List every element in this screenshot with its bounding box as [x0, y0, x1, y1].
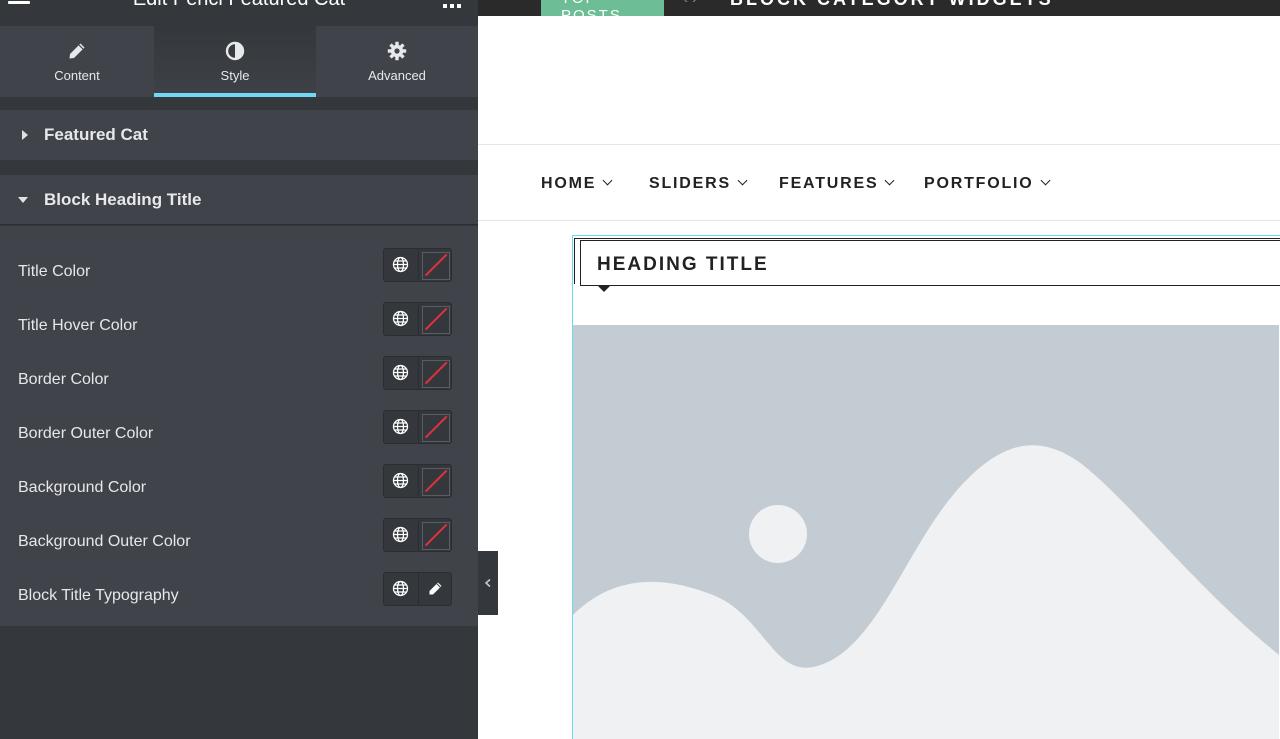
- tab-style-label: Style: [220, 68, 250, 83]
- tab-advanced[interactable]: Advanced: [316, 26, 478, 97]
- globe-icon: [392, 310, 409, 327]
- global-colors-button[interactable]: [384, 519, 418, 551]
- color-picker-swatch[interactable]: [417, 357, 451, 389]
- panel-header: Edit Penci Featured Cat: [0, 0, 478, 26]
- nav-item-label: HOME: [541, 175, 597, 192]
- control-title-hover-color: Title Hover Color: [0, 300, 478, 354]
- globe-icon: [392, 418, 409, 435]
- section-block-heading-title-label: Block Heading Title: [44, 190, 202, 209]
- image-placeholder-icon: [573, 445, 1279, 739]
- global-colors-button[interactable]: [384, 249, 418, 281]
- global-typography-button[interactable]: [384, 573, 418, 605]
- color-picker-swatch[interactable]: [417, 303, 451, 335]
- preview-topbar: TOP POSTS ‹ › BLOCK CATEGORY WIDGETS: [478, 0, 1280, 16]
- controls-list: Title Color Title Hover Color Border Col…: [0, 226, 478, 626]
- control-label: Background Color: [18, 479, 147, 496]
- control-block-title-typography: Block Title Typography: [0, 570, 478, 624]
- global-colors-button[interactable]: [384, 465, 418, 497]
- chevron-down-icon: [885, 175, 895, 186]
- control-background-color: Background Color: [0, 462, 478, 516]
- section-block-heading-title[interactable]: Block Heading Title: [0, 175, 478, 225]
- topbar-title: BLOCK CATEGORY WIDGETS: [730, 0, 1054, 10]
- nav-item-sliders[interactable]: SLIDERS: [649, 175, 748, 193]
- control-border-color: Border Color: [0, 354, 478, 408]
- top-posts-badge[interactable]: TOP POSTS: [541, 0, 664, 16]
- tab-content-label: Content: [54, 68, 100, 83]
- control-actions: [383, 302, 452, 336]
- site-header: [478, 16, 1280, 145]
- nav-item-home[interactable]: HOME: [541, 175, 613, 193]
- globe-icon: [392, 256, 409, 273]
- nav-item-features[interactable]: FEATURES: [779, 175, 895, 193]
- panel-collapse-handle[interactable]: [478, 551, 498, 615]
- tab-advanced-label: Advanced: [368, 68, 426, 83]
- tab-content[interactable]: Content: [0, 26, 154, 97]
- editor-panel: Edit Penci Featured Cat Content Style: [0, 0, 478, 739]
- color-picker-swatch[interactable]: [417, 249, 451, 281]
- section-featured-cat-label: Featured Cat: [44, 125, 148, 144]
- top-posts-label: TOP POSTS: [561, 0, 622, 16]
- chevron-left-icon: [484, 578, 491, 588]
- global-colors-button[interactable]: [384, 411, 418, 443]
- control-background-outer-color: Background Outer Color: [0, 516, 478, 570]
- globe-icon: [392, 472, 409, 489]
- control-title-color: Title Color: [0, 246, 478, 300]
- caret-down-icon: [18, 197, 28, 203]
- control-actions: [383, 356, 452, 390]
- globe-icon: [392, 526, 409, 543]
- section-featured-cat[interactable]: Featured Cat: [0, 110, 478, 160]
- nav-item-label: SLIDERS: [649, 175, 731, 192]
- pencil-icon: [429, 582, 441, 595]
- topbar-arrows[interactable]: ‹ ›: [683, 0, 697, 7]
- edit-typography-button[interactable]: [417, 573, 452, 605]
- control-actions: [383, 464, 452, 498]
- control-label: Title Hover Color: [18, 317, 138, 334]
- control-label: Block Title Typography: [18, 587, 179, 604]
- control-actions: [383, 248, 452, 282]
- control-label: Title Color: [18, 263, 91, 280]
- image-placeholder[interactable]: [573, 325, 1279, 739]
- nav-item-label: PORTFOLIO: [924, 175, 1034, 192]
- nav-item-portfolio[interactable]: PORTFOLIO: [924, 175, 1050, 193]
- panel-title: Edit Penci Featured Cat: [0, 0, 478, 11]
- panel-tabs: Content Style Advanced: [0, 26, 478, 97]
- control-label: Border Color: [18, 371, 109, 388]
- tab-style[interactable]: Style: [154, 26, 316, 97]
- chevron-down-icon: [737, 175, 748, 186]
- block-heading[interactable]: HEADING TITLE: [580, 240, 1280, 286]
- nav-item-label: FEATURES: [779, 175, 879, 192]
- globe-icon: [392, 580, 409, 597]
- heading-pointer: [598, 286, 610, 292]
- control-border-outer-color: Border Outer Color: [0, 408, 478, 462]
- color-picker-swatch[interactable]: [417, 411, 451, 443]
- control-actions: [383, 410, 452, 444]
- globe-icon: [392, 364, 409, 381]
- global-colors-button[interactable]: [384, 303, 418, 335]
- color-picker-swatch[interactable]: [417, 465, 451, 497]
- global-colors-button[interactable]: [384, 357, 418, 389]
- contrast-icon: [225, 41, 245, 61]
- control-label: Border Outer Color: [18, 425, 154, 442]
- pencil-icon: [69, 43, 85, 59]
- main-navigation: HOME SLIDERS FEATURES PORTFOLIO: [478, 145, 1280, 221]
- control-label: Background Outer Color: [18, 533, 191, 550]
- color-picker-swatch[interactable]: [417, 519, 451, 551]
- chevron-down-icon: [602, 175, 613, 186]
- control-actions: [383, 518, 452, 552]
- apps-grid-icon[interactable]: [443, 0, 461, 9]
- chevron-down-icon: [1040, 175, 1050, 186]
- control-actions: [383, 572, 452, 606]
- heading-title: HEADING TITLE: [597, 254, 769, 275]
- caret-right-icon: [22, 130, 28, 140]
- gear-icon: [387, 41, 407, 61]
